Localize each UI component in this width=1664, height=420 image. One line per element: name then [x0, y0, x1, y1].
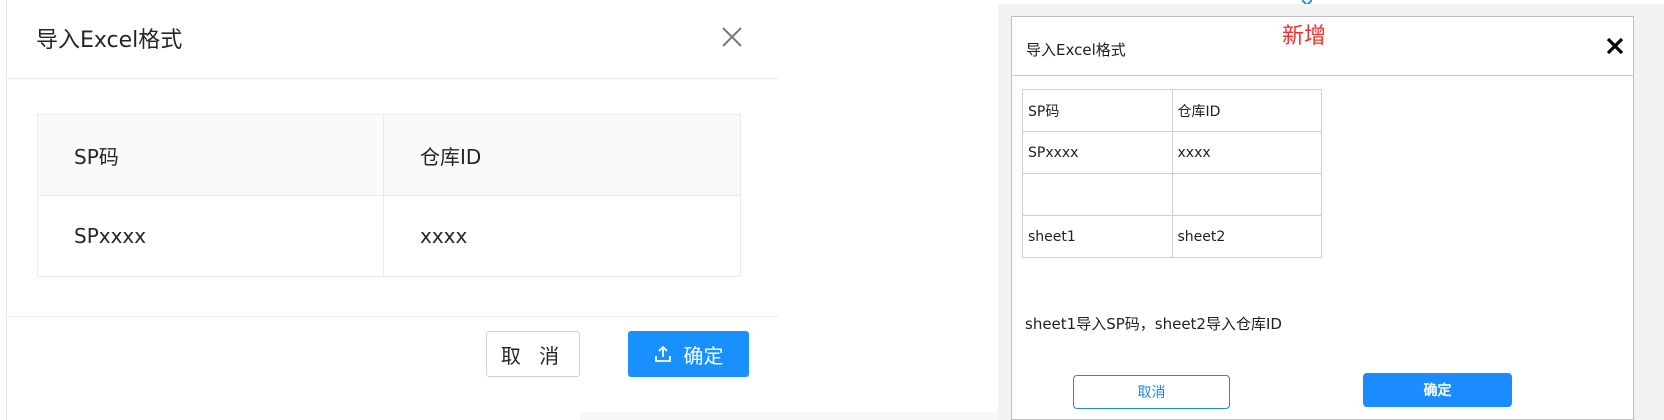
- table-cell: SPxxxx: [1022, 131, 1173, 174]
- mockup-dialog-title: 导入Excel格式: [1026, 41, 1126, 59]
- table-row: SPxxxx xxxx: [37, 195, 741, 277]
- table-header-cell: SP码: [37, 114, 384, 196]
- table-cell: sheet1: [1022, 215, 1173, 258]
- table-header-cell: 仓库ID: [383, 114, 741, 196]
- dialog-footer: [7, 316, 778, 317]
- cancel-button-label: 取 消: [500, 343, 566, 368]
- table-cell: xxxx: [1171, 131, 1322, 174]
- confirm-button-label: 确定: [1423, 383, 1452, 399]
- table-cell: xxxx: [383, 195, 741, 277]
- dialog-header: 导入Excel格式: [7, 0, 778, 79]
- confirm-button[interactable]: 确定: [628, 331, 749, 377]
- close-icon[interactable]: [719, 24, 745, 50]
- annotation-new-label: 新增: [1282, 24, 1327, 49]
- mockup-cancel-button[interactable]: 取消: [1073, 375, 1230, 409]
- format-table: SP码 仓库ID SPxxxx xxxx: [37, 114, 741, 277]
- table-header-row: SP码 仓库ID: [37, 114, 741, 196]
- confirm-button-label: 确定: [683, 343, 724, 368]
- bottom-shadow: [580, 412, 998, 420]
- table-row: SP码 仓库ID: [1022, 89, 1322, 132]
- close-icon[interactable]: [1605, 36, 1625, 56]
- table-row: [1022, 173, 1322, 216]
- table-cell: SPxxxx: [37, 195, 384, 277]
- table-row: sheet1 sheet2: [1022, 215, 1322, 258]
- mockup-confirm-button[interactable]: 确定: [1363, 373, 1512, 407]
- cancel-button-label: 取消: [1137, 385, 1166, 401]
- table-row: SPxxxx xxxx: [1022, 131, 1322, 174]
- table-cell: [1022, 173, 1173, 216]
- table-cell: SP码: [1022, 89, 1173, 132]
- dialog-title: 导入Excel格式: [36, 28, 183, 53]
- upload-icon: [654, 345, 671, 362]
- mockup-header-divider: [1011, 75, 1634, 76]
- import-note: sheet1导入SP码，sheet2导入仓库ID: [1025, 315, 1282, 333]
- table-cell: 仓库ID: [1171, 89, 1322, 132]
- cancel-button[interactable]: 取 消: [486, 331, 580, 377]
- mockup-format-table: SP码 仓库ID SPxxxx xxxx sheet1 sheet2: [1022, 89, 1322, 258]
- table-cell: [1171, 173, 1322, 216]
- table-cell: sheet2: [1171, 215, 1322, 258]
